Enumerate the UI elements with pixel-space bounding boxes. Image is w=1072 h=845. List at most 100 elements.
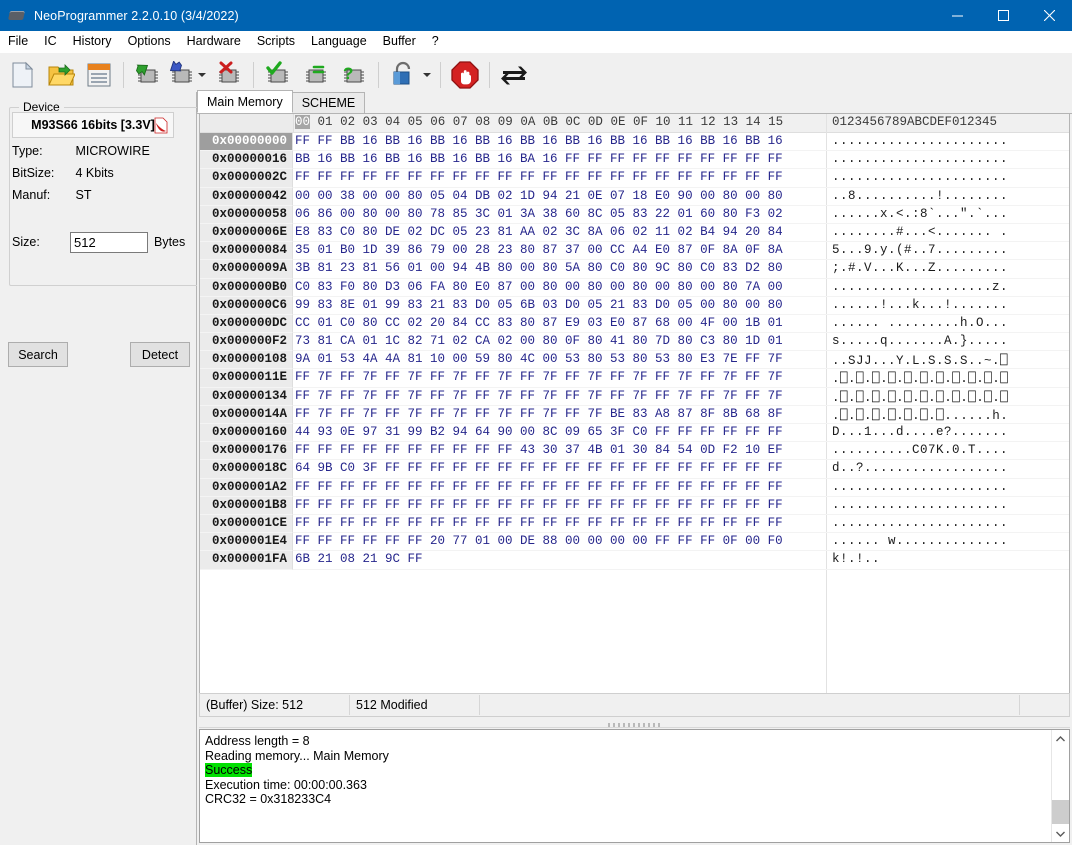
- device-name-field[interactable]: M93S66 16bits [3.3V]: [12, 112, 174, 138]
- hex-row-ascii[interactable]: ........#...<....... .: [832, 225, 1008, 239]
- hex-row-ascii[interactable]: ....................z.: [832, 280, 1008, 294]
- hex-row-ascii[interactable]: 5...9.y.(#..7.........: [832, 243, 1008, 257]
- hex-col-12[interactable]: 12: [701, 115, 716, 129]
- hex-row[interactable]: 0x00000000 FF FF BB 16 BB 16 BB 16 BB 16 …: [200, 133, 1069, 152]
- hex-row[interactable]: 0x0000009A 3B 81 23 81 56 01 00 94 4B 80 …: [200, 260, 1069, 279]
- hex-row[interactable]: 0x000000DC CC 01 C0 80 CC 02 20 84 CC 83 …: [200, 314, 1069, 334]
- hex-row-bytes[interactable]: BB 16 BB 16 BB 16 BB 16 BB 16 BA 16 FF F…: [295, 152, 783, 166]
- hex-row-ascii[interactable]: s.....q.......A.}.....: [832, 334, 1008, 348]
- hex-row-ascii[interactable]: k!.!..: [832, 552, 880, 566]
- hex-row[interactable]: 0x000000B0 C0 83 F0 80 D3 06 FA 80 E0 87 …: [200, 278, 1069, 297]
- lock-protect-dropdown-icon[interactable]: [423, 73, 431, 77]
- hex-row[interactable]: 0x00000176 FF FF FF FF FF FF FF FF FF FF …: [200, 442, 1069, 461]
- hex-row-bytes[interactable]: E8 83 C0 80 DE 02 DC 05 23 81 AA 02 3C 8…: [295, 225, 783, 239]
- hex-col-0E[interactable]: 0E: [610, 115, 625, 129]
- hex-row[interactable]: 0x0000002C FF FF FF FF FF FF FF FF FF FF …: [200, 169, 1069, 188]
- size-input[interactable]: [70, 232, 148, 253]
- lock-protect-button[interactable]: [384, 56, 422, 94]
- hex-row-bytes[interactable]: 44 93 0E 97 31 99 B2 94 64 90 00 8C 09 6…: [295, 425, 783, 439]
- hex-col-09[interactable]: 09: [498, 115, 513, 129]
- refresh-button[interactable]: [495, 56, 533, 94]
- hex-row-ascii[interactable]: .⎕.⎕.⎕.⎕.⎕.⎕.⎕......h.: [832, 407, 1008, 423]
- log-scrollbar-thumb[interactable]: [1052, 800, 1069, 824]
- hex-row[interactable]: 0x000000C6 99 83 8E 01 99 83 21 83 D0 05 …: [200, 296, 1069, 315]
- hex-row[interactable]: 0x000000F2 73 81 CA 01 1C 82 71 02 CA 02 …: [200, 333, 1069, 352]
- hex-col-13[interactable]: 13: [723, 115, 738, 129]
- hex-row-ascii[interactable]: ;.#.V...K...Z.........: [832, 261, 1008, 275]
- close-button[interactable]: [1026, 0, 1072, 31]
- hex-row-bytes[interactable]: 73 81 CA 01 1C 82 71 02 CA 02 00 80 0F 8…: [295, 334, 783, 348]
- hex-row-bytes[interactable]: FF FF FF FF FF FF FF FF FF FF 43 30 37 4…: [295, 443, 783, 457]
- hex-row-ascii[interactable]: ......................: [832, 152, 1008, 166]
- hex-col-08[interactable]: 08: [475, 115, 490, 129]
- menu-item-buffer[interactable]: Buffer: [375, 32, 424, 51]
- hex-col-0A[interactable]: 0A: [520, 115, 535, 129]
- new-file-button[interactable]: [4, 56, 42, 94]
- pdf-icon[interactable]: [154, 117, 168, 134]
- erase-chip-button[interactable]: [210, 56, 248, 94]
- hex-row-ascii[interactable]: ......................: [832, 134, 1008, 148]
- hex-editor[interactable]: 00 01 02 03 04 05 06 07 08 09 0A 0B 0C 0…: [199, 113, 1070, 702]
- tab-scheme[interactable]: SCHEME: [291, 92, 366, 113]
- log-panel[interactable]: Address length = 8 Reading memory... Main…: [199, 729, 1070, 843]
- menu-item-history[interactable]: History: [65, 32, 120, 51]
- hex-row[interactable]: 0x00000042 00 00 38 00 00 80 05 04 DB 02 …: [200, 187, 1069, 206]
- hex-row-bytes[interactable]: 9A 01 53 4A 4A 81 10 00 59 80 4C 00 53 8…: [295, 352, 783, 366]
- hex-row-bytes[interactable]: 00 00 38 00 00 80 05 04 DB 02 1D 94 21 0…: [295, 189, 783, 203]
- hex-row[interactable]: 0x00000108 9A 01 53 4A 4A 81 10 00 59 80 …: [200, 351, 1069, 370]
- stop-button[interactable]: [446, 56, 484, 94]
- menu-item-scripts[interactable]: Scripts: [249, 32, 303, 51]
- hex-col-14[interactable]: 14: [746, 115, 761, 129]
- hex-row[interactable]: 0x00000160 44 93 0E 97 31 99 B2 94 64 90 …: [200, 424, 1069, 443]
- blank-check-chip-button[interactable]: [297, 56, 335, 94]
- hex-row-ascii[interactable]: ..........C07K.0.T....: [832, 443, 1008, 457]
- menu-item-hardware[interactable]: Hardware: [179, 32, 249, 51]
- hex-row-bytes[interactable]: FF FF FF FF FF FF 20 77 01 00 DE 88 00 0…: [295, 534, 783, 548]
- menu-item-language[interactable]: Language: [303, 32, 375, 51]
- menu-item-file[interactable]: File: [0, 32, 36, 51]
- hex-row-bytes[interactable]: CC 01 C0 80 CC 02 20 84 CC 83 80 87 E9 0…: [295, 316, 783, 330]
- hex-row-bytes[interactable]: FF 7F FF 7F FF 7F FF 7F FF 7F FF 7F FF 7…: [295, 389, 783, 403]
- hex-row[interactable]: 0x000001FA 6B 21 08 21 9C FF k!.!..: [200, 551, 1069, 570]
- hex-row-bytes[interactable]: FF 7F FF 7F FF 7F FF 7F FF 7F FF 7F FF 7…: [295, 370, 783, 384]
- hex-row-bytes[interactable]: FF FF FF FF FF FF FF FF FF FF FF FF FF F…: [295, 498, 783, 512]
- hex-col-05[interactable]: 05: [408, 115, 423, 129]
- chip-info-button[interactable]: ?: [335, 56, 373, 94]
- tab-main-memory[interactable]: Main Memory: [197, 90, 293, 113]
- save-button[interactable]: [80, 56, 118, 94]
- hex-row-ascii[interactable]: .⎕.⎕.⎕.⎕.⎕.⎕.⎕.⎕.⎕.⎕.⎕: [832, 389, 1008, 405]
- hex-col-0B[interactable]: 0B: [543, 115, 558, 129]
- minimize-button[interactable]: [934, 0, 980, 31]
- hex-row-bytes[interactable]: FF FF FF FF FF FF FF FF FF FF FF FF FF F…: [295, 480, 783, 494]
- hex-row-bytes[interactable]: 35 01 B0 1D 39 86 79 00 28 23 80 87 37 0…: [295, 243, 783, 257]
- hex-col-03[interactable]: 03: [363, 115, 378, 129]
- hex-row[interactable]: 0x000001CE FF FF FF FF FF FF FF FF FF FF …: [200, 514, 1069, 534]
- write-chip-dropdown-icon[interactable]: [198, 73, 206, 77]
- hex-col-00[interactable]: 00: [295, 115, 311, 129]
- detect-button[interactable]: Detect: [130, 342, 190, 367]
- hex-row-bytes[interactable]: C0 83 F0 80 D3 06 FA 80 E0 87 00 80 00 8…: [295, 280, 783, 294]
- hex-row-bytes[interactable]: 99 83 8E 01 99 83 21 83 D0 05 6B 03 D0 0…: [295, 298, 783, 312]
- search-button[interactable]: Search: [8, 342, 68, 367]
- hex-row[interactable]: 0x0000006E E8 83 C0 80 DE 02 DC 05 23 81 …: [200, 223, 1069, 243]
- hex-row-ascii[interactable]: ......x.<.:8`...".`...: [832, 207, 1008, 221]
- hex-col-02[interactable]: 02: [340, 115, 355, 129]
- hex-row-ascii[interactable]: D...1...d....e?.......: [832, 425, 1008, 439]
- hex-row-ascii[interactable]: ......!...k...!.......: [832, 298, 1008, 312]
- hex-col-10[interactable]: 10: [656, 115, 671, 129]
- write-chip-button[interactable]: [167, 56, 197, 94]
- panel-splitter[interactable]: [199, 719, 1070, 729]
- hex-row-ascii[interactable]: .⎕.⎕.⎕.⎕.⎕.⎕.⎕.⎕.⎕.⎕.⎕: [832, 370, 1008, 386]
- hex-row-bytes[interactable]: 3B 81 23 81 56 01 00 94 4B 80 00 80 5A 8…: [295, 261, 783, 275]
- maximize-button[interactable]: [980, 0, 1026, 31]
- hex-row-bytes[interactable]: FF FF FF FF FF FF FF FF FF FF FF FF FF F…: [295, 170, 783, 184]
- hex-col-0F[interactable]: 0F: [633, 115, 648, 129]
- hex-row-bytes[interactable]: FF FF FF FF FF FF FF FF FF FF FF FF FF F…: [295, 516, 783, 530]
- splitter-grip[interactable]: [607, 723, 662, 727]
- menu-item-help[interactable]: ?: [424, 32, 447, 51]
- hex-row[interactable]: 0x00000058 06 86 00 80 00 80 78 85 3C 01 …: [200, 205, 1069, 224]
- hex-row-bytes[interactable]: 6B 21 08 21 9C FF: [295, 552, 423, 566]
- hex-row[interactable]: 0x000001B8 FF FF FF FF FF FF FF FF FF FF …: [200, 496, 1069, 515]
- hex-col-06[interactable]: 06: [430, 115, 445, 129]
- hex-row[interactable]: 0x0000014A FF 7F FF 7F FF 7F FF 7F FF 7F …: [200, 405, 1069, 424]
